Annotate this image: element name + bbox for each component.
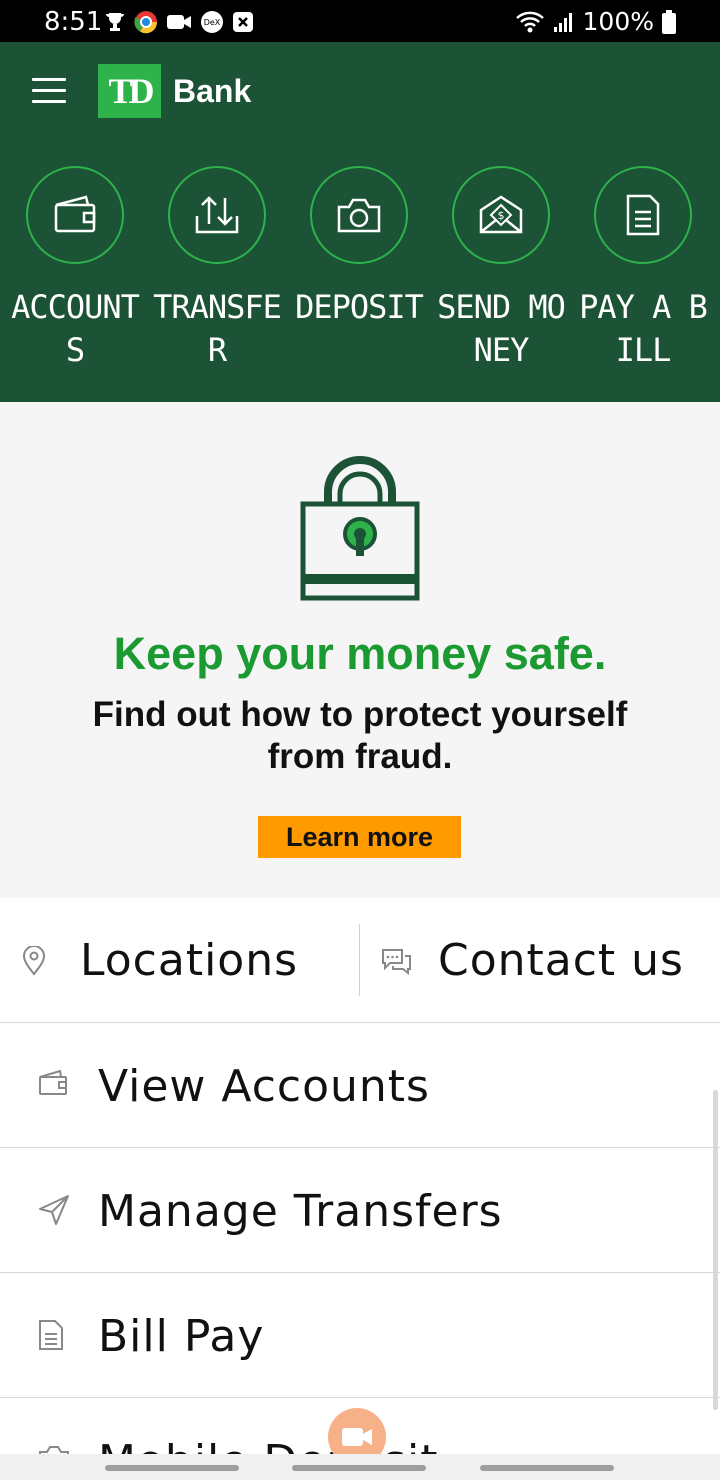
video-camera-icon [342,1428,372,1446]
transfer-icon [195,196,239,234]
quick-actions: ACCOUNTS TRANSFER DEPOSIT $ SEND MONEY P… [0,166,720,386]
location-pin-icon [22,945,46,976]
signal-icon [553,12,572,32]
promo-subtext: Find out how to protect yourself from fr… [92,695,628,776]
video-camera-icon [167,15,191,29]
fraud-promo-banner: Keep your money safe. Find out how to pr… [0,402,720,898]
quick-action-label: DEPOSIT [295,288,424,326]
brand-name: Bank [173,72,252,109]
locations-link[interactable]: Locations [22,898,298,1023]
hamburger-menu-icon[interactable] [32,78,66,104]
quick-action-circle [168,166,266,264]
quick-action-send-money[interactable]: $ SEND MONEY [430,166,572,372]
td-bank-logo: TD Bank [98,64,251,118]
learn-more-button[interactable]: Learn more [258,816,461,858]
padlock-icon [300,456,420,601]
scrollbar[interactable] [713,1090,718,1410]
wallet-icon [39,1069,67,1095]
battery-icon [662,9,676,34]
trophy-icon [106,13,124,31]
quick-action-accounts[interactable]: ACCOUNTS [4,166,146,372]
system-status: 100% [515,7,676,36]
quick-action-label: ACCOUNTS [11,288,140,369]
menu-item-manage-transfers[interactable]: Manage Transfers [0,1148,720,1273]
paper-plane-icon [39,1195,69,1225]
contact-us-link[interactable]: Contact us [380,898,684,1023]
battery-percentage: 100% [582,7,654,36]
quick-action-transfer[interactable]: TRANSFER [146,166,288,372]
quick-action-circle: $ [452,166,550,264]
svg-text:$: $ [498,209,505,222]
chrome-icon [134,11,158,34]
wallet-icon [54,195,96,233]
menu-item-label: Manage Transfers [98,1186,503,1237]
quick-action-circle [26,166,124,264]
dex-icon: DeX [201,11,223,33]
quick-action-label: SEND MONEY [437,288,566,369]
quick-action-deposit[interactable]: DEPOSIT [288,166,430,329]
camera-icon [337,198,381,233]
status-bar: 8:51 DeX 100% [0,0,720,42]
status-time: 8:51 [44,7,103,37]
envelope-dollar-icon: $ [479,195,523,234]
menu-item-bill-pay[interactable]: Bill Pay [0,1273,720,1398]
quick-action-pay-bill[interactable]: PAY A BILL [572,166,714,372]
chat-bubbles-icon [382,948,411,975]
menu-list: View Accounts Manage Transfers Bill Pay … [0,1023,720,1458]
wifi-icon [515,11,544,32]
divider [359,924,360,996]
td-logo: TD [98,64,161,118]
quick-links: Locations Contact us [0,898,720,1023]
quick-action-label: TRANSFER [153,288,282,369]
nav-back-button[interactable] [480,1465,614,1471]
notification-icons: DeX [104,9,254,35]
quick-action-label: PAY A BILL [579,288,708,369]
quick-action-circle [594,166,692,264]
menu-item-view-accounts[interactable]: View Accounts [0,1023,720,1148]
system-navigation-bar [0,1454,720,1480]
nav-home-button[interactable] [292,1465,426,1471]
close-box-icon [233,12,253,32]
document-icon [39,1320,63,1350]
locations-label: Locations [80,935,299,986]
menu-item-label: View Accounts [98,1061,430,1112]
nav-recents-button[interactable] [105,1465,239,1471]
svg-text:DeX: DeX [204,18,221,27]
promo-headline: Keep your money safe. [113,628,607,679]
bill-document-icon [626,194,660,236]
menu-item-label: Bill Pay [98,1311,265,1362]
contact-us-label: Contact us [438,935,684,986]
app-header: TD Bank ACCOUNTS TRANSFER DEPOSIT $ SEND… [0,42,720,402]
quick-action-circle [310,166,408,264]
